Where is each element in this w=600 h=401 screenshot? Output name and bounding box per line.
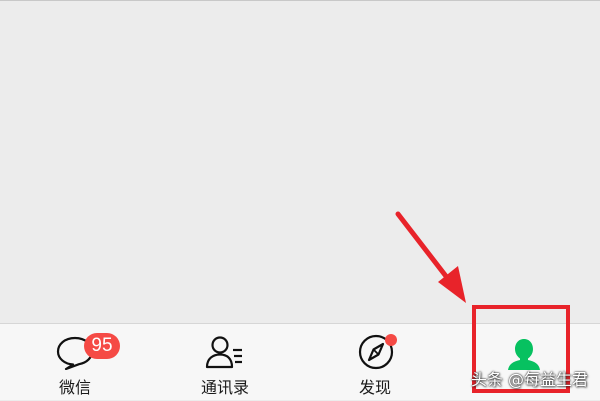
tab-contacts-label: 通讯录 <box>200 378 249 397</box>
tab-discover-label: 发现 <box>358 378 391 397</box>
tab-contacts[interactable]: 通讯录 <box>150 324 300 401</box>
person-icon <box>504 336 544 372</box>
unread-count-badge: 95 <box>84 333 120 359</box>
tab-me[interactable] <box>450 324 600 401</box>
discover-notification-dot <box>385 334 397 346</box>
bottom-tab-bar: 95 微信 通讯录 发现 <box>0 323 600 400</box>
tab-chats-label: 微信 <box>58 378 91 397</box>
tab-chats[interactable]: 95 微信 <box>0 324 150 401</box>
contacts-icon <box>205 334 245 370</box>
tab-discover[interactable]: 发现 <box>300 324 450 401</box>
content-area <box>0 1 600 323</box>
